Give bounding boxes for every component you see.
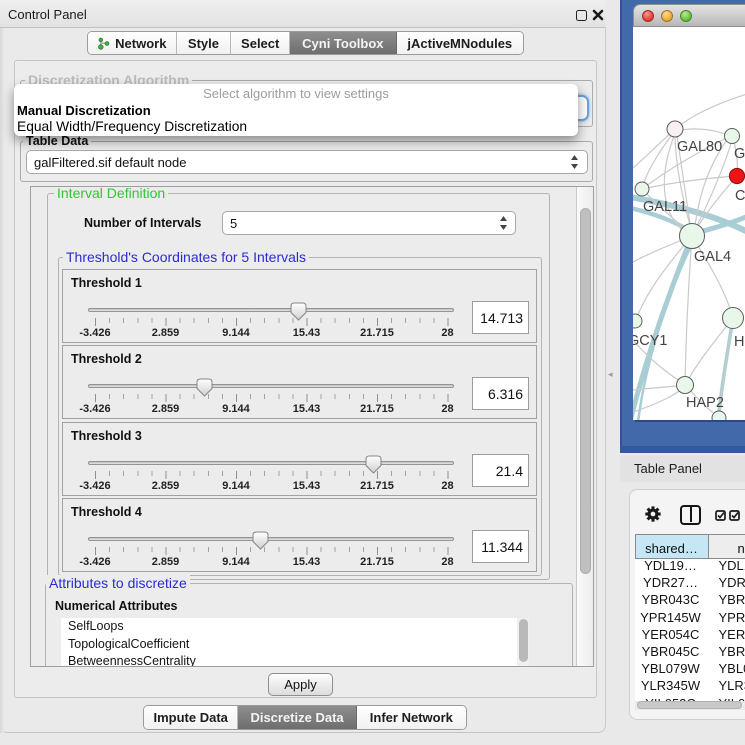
svg-text:GCY1: GCY1	[633, 333, 668, 349]
svg-text:GAL80: GAL80	[677, 139, 722, 155]
svg-text:GAL4: GAL4	[694, 249, 731, 265]
svg-text:GA: GA	[734, 146, 745, 162]
svg-text:GAL11: GAL11	[643, 199, 687, 215]
svg-text:C: C	[735, 188, 745, 204]
svg-text:HAP2: HAP2	[686, 395, 724, 411]
svg-text:H: H	[734, 334, 744, 350]
